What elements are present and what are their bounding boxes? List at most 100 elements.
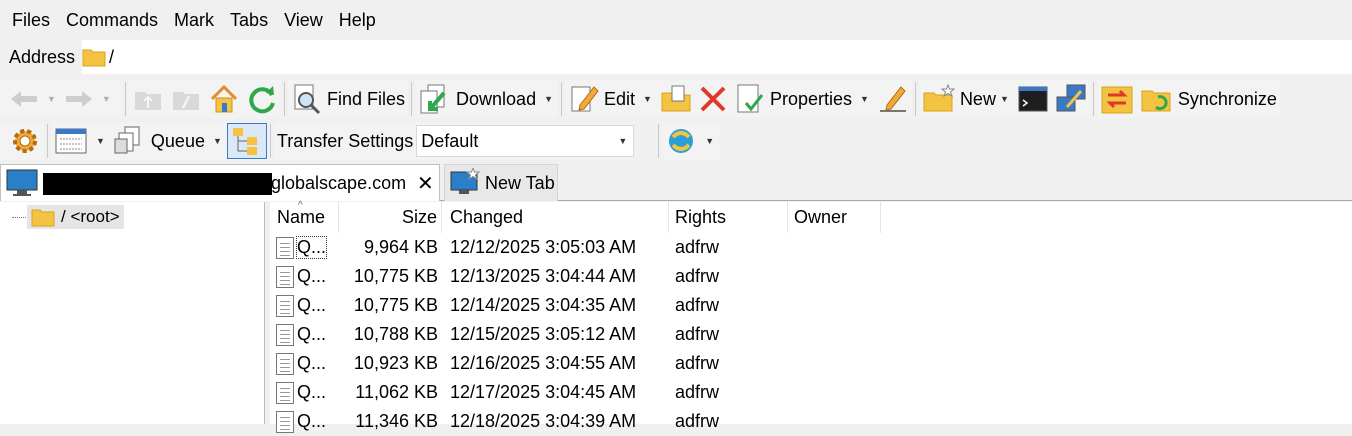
separator	[269, 124, 271, 158]
cell-owner	[794, 233, 879, 262]
menu-files[interactable]: Files	[4, 10, 58, 31]
table-row[interactable]: Q... 11,062 KB 12/17/2025 3:04:45 AM adfrw	[270, 378, 1352, 407]
root-dir-button[interactable]	[167, 80, 205, 118]
file-icon	[276, 323, 294, 346]
properties-button[interactable]: Properties ▼	[731, 80, 874, 118]
table-row[interactable]: Q... 10,775 KB 12/13/2025 3:04:44 AM adfrw	[270, 262, 1352, 291]
chevron-down-icon[interactable]: ▼	[860, 94, 869, 104]
tree-toggle-button[interactable]	[226, 123, 267, 159]
cell-name: Q...	[276, 378, 338, 407]
folder-icon	[31, 209, 55, 227]
cell-changed: 12/14/2025 3:04:35 AM	[450, 295, 637, 315]
menu-view[interactable]: View	[276, 10, 331, 31]
separator	[284, 82, 285, 116]
compare-button[interactable]	[1097, 80, 1137, 118]
column-header-owner[interactable]: Owner	[788, 202, 881, 233]
separator	[1092, 82, 1094, 116]
new-group: New ▼	[918, 80, 1090, 118]
cell-owner	[794, 378, 879, 407]
synchronize-label: Synchronize	[1177, 88, 1277, 109]
download-button[interactable]: Download ▼	[415, 80, 558, 118]
separator	[411, 82, 413, 116]
menu-tabs[interactable]: Tabs	[222, 10, 276, 31]
putty-button[interactable]	[1052, 80, 1090, 118]
edit-button[interactable]: Edit ▼	[565, 80, 657, 118]
chevron-down-icon[interactable]: ▼	[96, 136, 105, 146]
file-name: Q...	[297, 266, 327, 286]
home-button[interactable]	[205, 80, 243, 118]
cell-rights: adfrw	[675, 382, 720, 402]
column-header-label: Size	[401, 207, 437, 227]
folder-icon	[82, 49, 106, 67]
column-header-changed[interactable]: Changed	[442, 202, 669, 233]
file-icon	[276, 381, 294, 404]
cell-rights: adfrw	[675, 324, 720, 344]
table-row[interactable]: Q... 9,964 KB 12/12/2025 3:05:03 AM adfrw	[270, 233, 1352, 262]
close-icon[interactable]: ✕	[417, 171, 434, 196]
download-group: Download ▼	[415, 80, 559, 118]
transfer-preset-select[interactable]: Default ▼	[416, 125, 635, 157]
table-row[interactable]: Q... 10,923 KB 12/16/2025 3:04:55 AM adfrw	[270, 349, 1352, 378]
table-row[interactable]: Q... 11,346 KB 12/18/2025 3:04:39 AM adfrw	[270, 407, 1352, 436]
synchronize-icon	[1141, 90, 1171, 112]
properties-label: Properties	[769, 88, 853, 109]
chevron-down-icon: ▼	[618, 136, 628, 146]
file-name: Q...	[297, 324, 327, 344]
cell-changed: 12/18/2025 3:04:39 AM	[450, 411, 637, 431]
chevron-down-icon[interactable]: ▼	[643, 94, 652, 104]
parent-dir-button[interactable]	[129, 80, 167, 118]
back-button[interactable]: ▼	[6, 80, 61, 118]
file-icon	[276, 352, 294, 375]
separator	[47, 124, 48, 158]
view-list-button[interactable]: ▼	[51, 122, 110, 160]
folder-nav-group	[129, 80, 281, 118]
menu-help[interactable]: Help	[331, 10, 384, 31]
main-toolbar: ▼ ▼ Find Files Download ▼ Edit ▼ Propert…	[0, 76, 1352, 122]
delete-button[interactable]	[695, 80, 731, 118]
chevron-down-icon[interactable]: ▼	[213, 136, 222, 146]
tab-current-session[interactable]: globalscape.com ✕	[0, 164, 440, 201]
forward-button[interactable]: ▼	[61, 80, 116, 118]
table-row[interactable]: Q... 10,788 KB 12/15/2025 3:05:12 AM adfrw	[270, 320, 1352, 349]
rename-button[interactable]	[874, 80, 912, 118]
sync-browse-icon	[669, 129, 694, 153]
menu-commands[interactable]: Commands	[58, 10, 166, 31]
file-list: ^ Name Size Changed Rights Owner Q... 9,9…	[270, 200, 1352, 433]
secondary-toolbar: ▼ Queue ▼ Transfer Settings Default ▼ ▼	[0, 120, 1352, 162]
preferences-button[interactable]	[6, 122, 44, 160]
sync-browse-button[interactable]: ▼	[662, 122, 719, 160]
table-row[interactable]: Q... 10,775 KB 12/14/2025 3:04:35 AM adfrw	[270, 291, 1352, 320]
console-button[interactable]	[1014, 80, 1052, 118]
refresh-button[interactable]	[243, 80, 281, 118]
copy-icon	[661, 85, 691, 112]
synchronize-button[interactable]: Synchronize	[1137, 80, 1280, 118]
prefs-group	[0, 122, 44, 160]
new-button[interactable]: New ▼	[919, 80, 1014, 118]
menu-mark[interactable]: Mark	[166, 10, 222, 31]
session-host-label: globalscape.com	[271, 172, 407, 193]
edit-icon	[571, 86, 599, 112]
column-header-size[interactable]: Size	[339, 202, 442, 233]
find-files-button[interactable]: Find Files	[288, 80, 408, 118]
root-folder-icon	[173, 92, 199, 110]
file-icon	[276, 410, 294, 433]
column-header-label: Owner	[794, 207, 848, 227]
tree-item-root[interactable]: / <root>	[27, 205, 124, 229]
tab-new[interactable]: New Tab	[444, 164, 558, 201]
column-header-name[interactable]: ^ Name	[270, 200, 339, 233]
transfer-preset-value: Default	[421, 130, 479, 151]
address-bar: Address /	[0, 40, 1352, 74]
chevron-down-icon[interactable]: ▼	[705, 136, 714, 146]
chevron-down-icon[interactable]: ▼	[544, 94, 553, 104]
queue-button[interactable]: Queue ▼	[110, 122, 227, 160]
cell-rights: adfrw	[675, 411, 720, 431]
address-field[interactable]: /	[82, 47, 114, 68]
new-label: New	[959, 88, 996, 109]
session-tabs: globalscape.com ✕ New Tab	[0, 163, 1352, 201]
column-header-rights[interactable]: Rights	[669, 202, 788, 233]
cell-owner	[794, 320, 879, 349]
file-name: Q...	[295, 236, 328, 259]
chevron-down-icon[interactable]: ▼	[1000, 94, 1009, 104]
cell-owner	[794, 407, 879, 436]
copy-button[interactable]	[657, 80, 695, 118]
